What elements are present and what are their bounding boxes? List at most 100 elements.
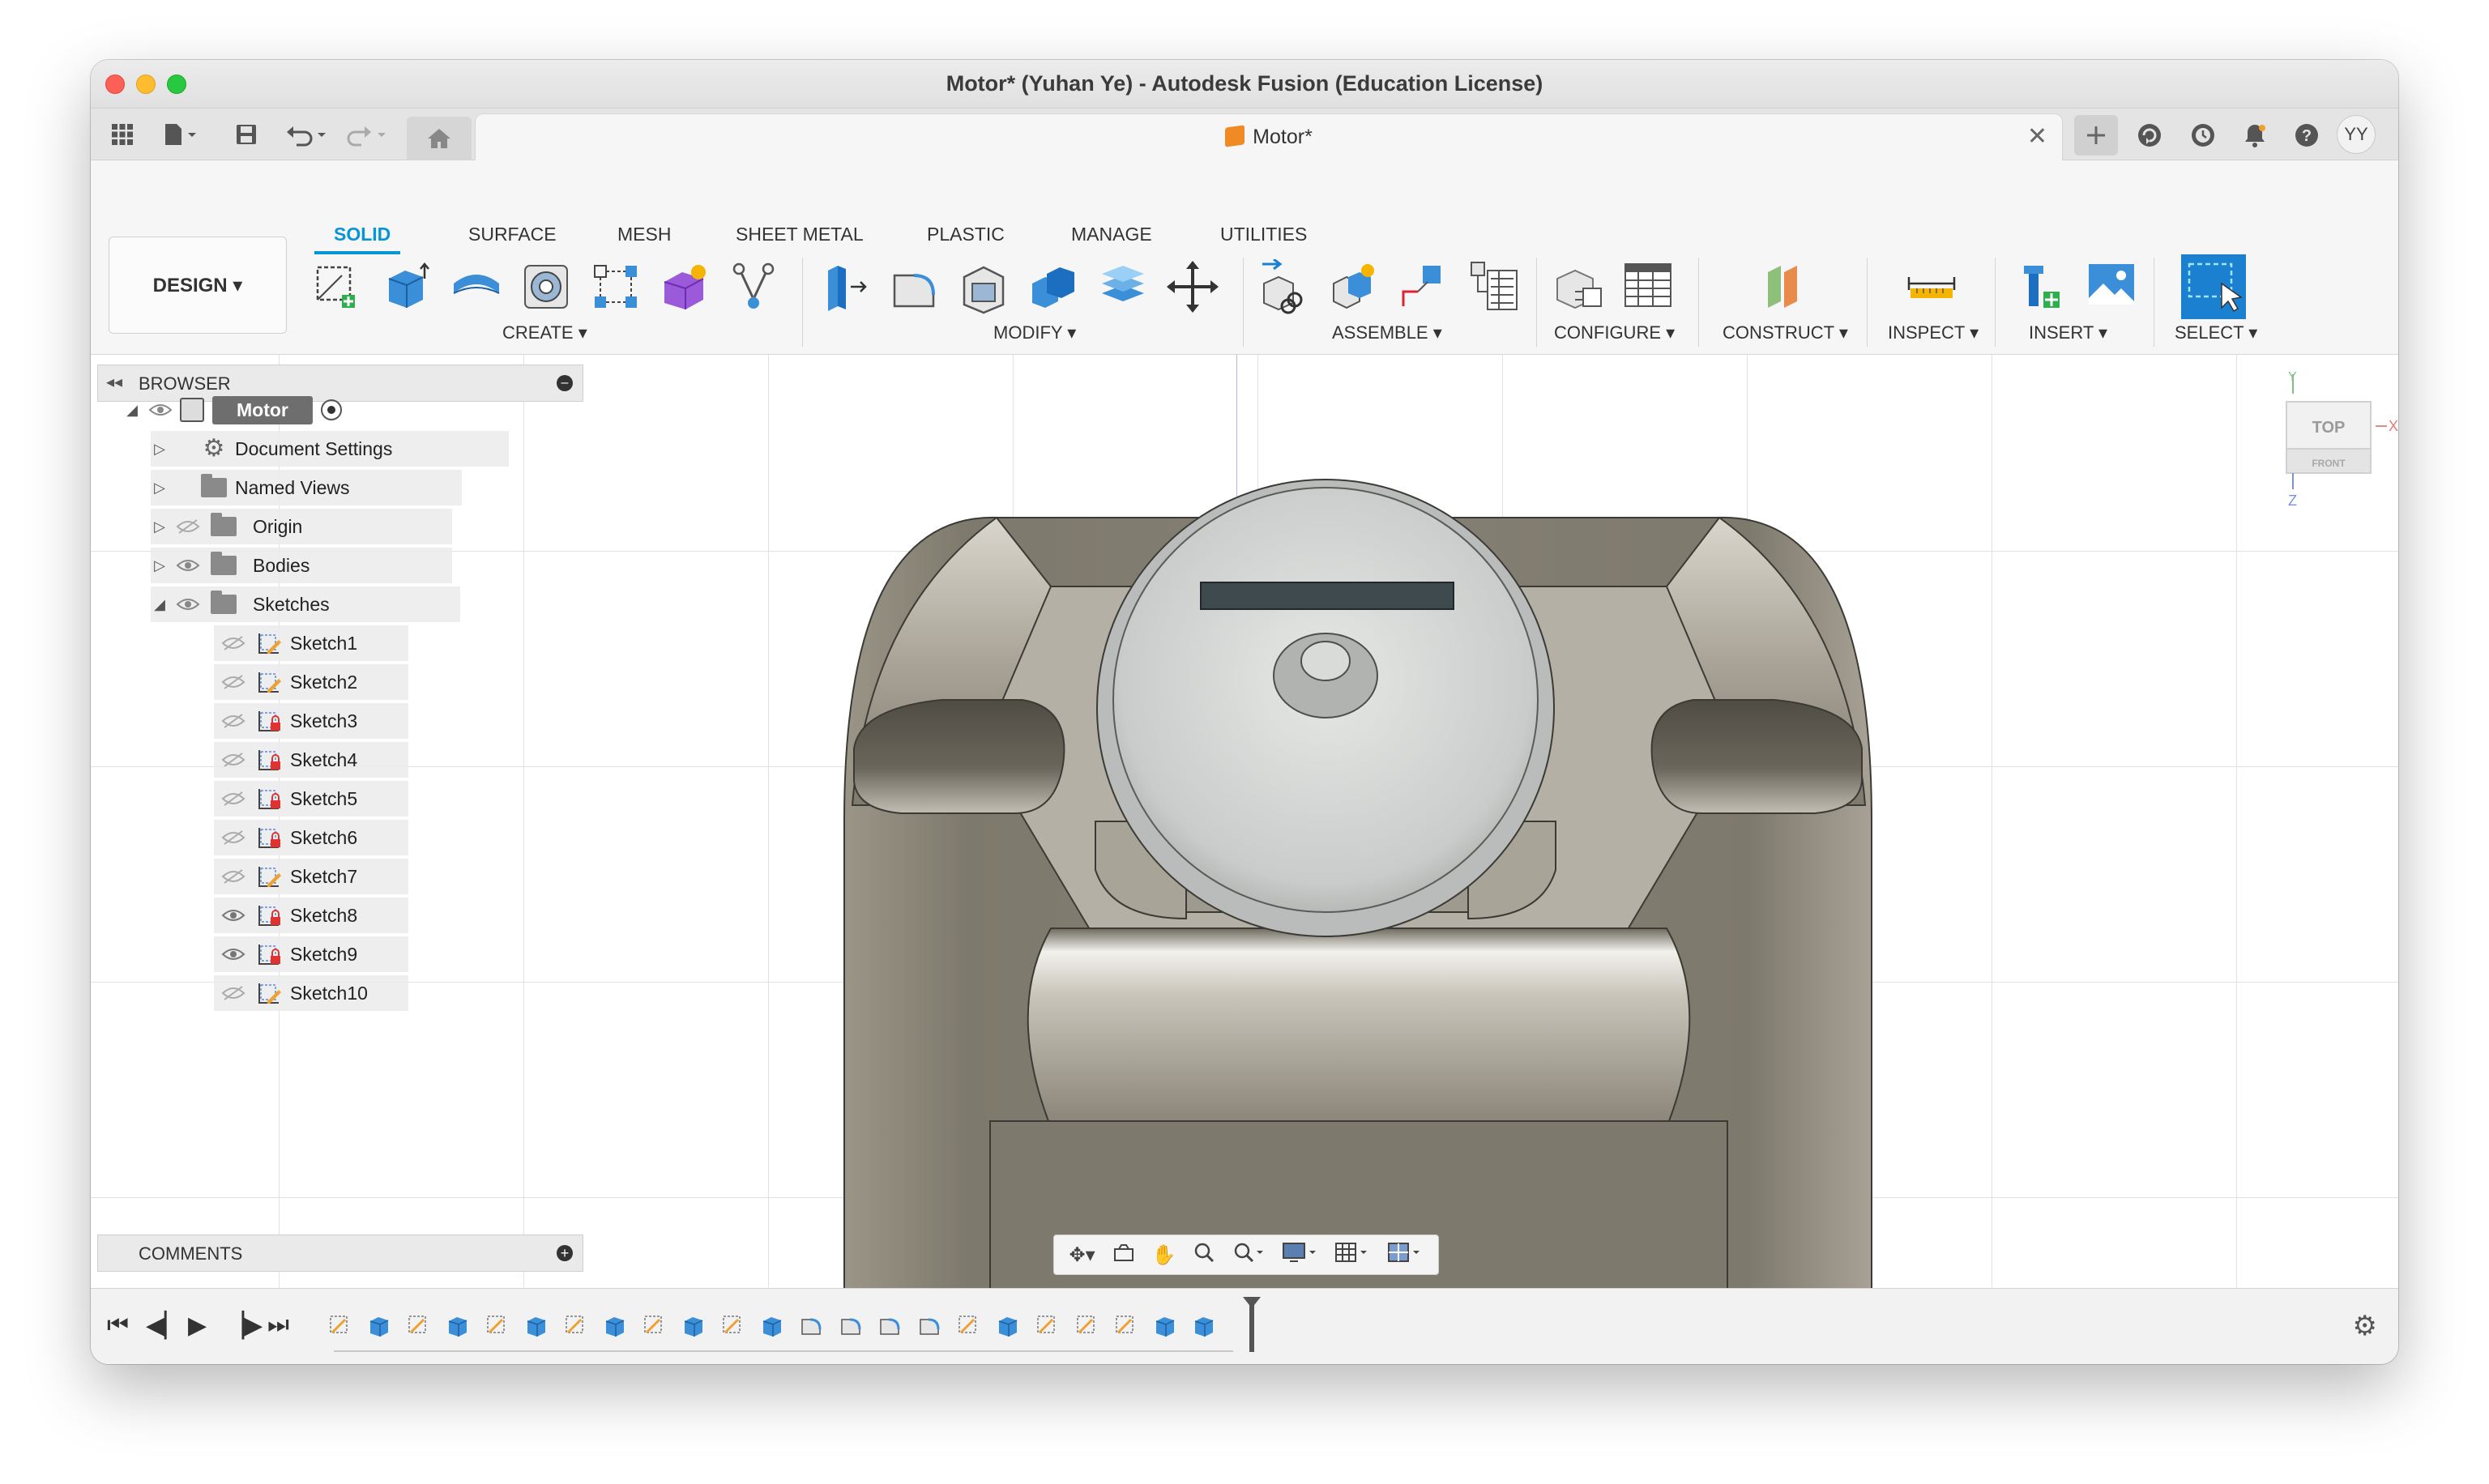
- tab-utilities[interactable]: UTILITIES: [1220, 224, 1307, 245]
- close-tab-icon[interactable]: ✕: [2027, 122, 2047, 151]
- tree-item-named-views[interactable]: ▷ Named Views: [151, 470, 462, 505]
- shell-icon[interactable]: [956, 259, 1011, 314]
- assemble-menu[interactable]: ASSEMBLE ▾: [1332, 322, 1442, 343]
- timeline-extrude-feature[interactable]: [1192, 1313, 1216, 1337]
- tree-item-sketch[interactable]: Sketch8: [214, 898, 408, 933]
- viewports-icon[interactable]: [1387, 1241, 1423, 1269]
- timeline-marker[interactable]: [1243, 1297, 1261, 1352]
- timeline-fillet-feature[interactable]: [799, 1313, 823, 1337]
- construct-menu[interactable]: CONSTRUCT ▾: [1723, 322, 1848, 343]
- expand-arrow-icon[interactable]: ▷: [151, 480, 169, 497]
- move-copy-icon[interactable]: [1165, 259, 1220, 314]
- configuration-table-icon[interactable]: [1620, 259, 1676, 314]
- timeline-sketch-feature[interactable]: [1074, 1313, 1099, 1337]
- tree-item-sketch[interactable]: Sketch6: [214, 820, 408, 855]
- hidden-eye-icon[interactable]: [219, 868, 248, 885]
- revolve-icon[interactable]: [449, 259, 504, 314]
- offset-face-icon[interactable]: [1095, 259, 1151, 314]
- view-cube[interactable]: Y X TOP FRONT Z: [2270, 369, 2398, 531]
- tab-mesh[interactable]: MESH: [617, 224, 671, 245]
- go-to-start-icon[interactable]: ⏮: [107, 1311, 129, 1339]
- expand-arrow-icon[interactable]: ▷: [151, 441, 169, 458]
- insert-menu[interactable]: INSERT ▾: [2029, 322, 2107, 343]
- look-at-icon[interactable]: [1112, 1243, 1135, 1268]
- tab-sheet-metal[interactable]: SHEET METAL: [736, 224, 864, 245]
- bill-of-materials-icon[interactable]: [1467, 259, 1522, 314]
- tree-item-sketches[interactable]: ◢ Sketches: [151, 586, 460, 622]
- timeline-sketch-feature[interactable]: [1113, 1313, 1138, 1337]
- offset-plane-icon[interactable]: [1757, 259, 1812, 314]
- view-cube-top-face[interactable]: TOP: [2312, 419, 2346, 437]
- tree-item-sketch[interactable]: Sketch4: [214, 742, 408, 778]
- tab-solid[interactable]: SOLID: [334, 224, 391, 245]
- hidden-eye-icon[interactable]: [219, 712, 248, 730]
- insert-derive-icon[interactable]: [2014, 259, 2069, 314]
- form-icon[interactable]: [658, 259, 713, 314]
- file-menu-icon[interactable]: [156, 117, 204, 152]
- select-menu[interactable]: SELECT ▾: [2175, 322, 2257, 343]
- measure-icon[interactable]: [1904, 259, 1959, 314]
- save-icon[interactable]: [228, 117, 264, 152]
- timeline-sketch-feature[interactable]: [956, 1313, 980, 1337]
- view-cube-front-face[interactable]: FRONT: [2312, 458, 2346, 469]
- add-comment-icon[interactable]: +: [557, 1245, 573, 1261]
- tree-root-motor[interactable]: ◢ Motor: [123, 392, 342, 428]
- timeline-sketch-feature[interactable]: [485, 1313, 509, 1337]
- tree-item-bodies[interactable]: ▷ Bodies: [151, 548, 452, 583]
- tab-manage[interactable]: MANAGE: [1071, 224, 1152, 245]
- modify-menu[interactable]: MODIFY ▾: [993, 322, 1076, 343]
- timeline-sketch-feature[interactable]: [406, 1313, 430, 1337]
- hole-icon[interactable]: [519, 259, 574, 314]
- fit-icon[interactable]: [1232, 1241, 1265, 1269]
- visibility-eye-icon[interactable]: [146, 401, 175, 419]
- configure-model-icon[interactable]: [1551, 259, 1606, 314]
- extensions-icon[interactable]: [2134, 120, 2165, 151]
- combine-icon[interactable]: [1026, 259, 1081, 314]
- hidden-eye-icon[interactable]: [219, 984, 248, 1002]
- tree-item-sketch[interactable]: Sketch10: [214, 975, 408, 1011]
- fillet-icon[interactable]: [886, 259, 941, 314]
- hidden-eye-icon[interactable]: [219, 790, 248, 808]
- go-to-end-icon[interactable]: ⏭: [267, 1311, 289, 1339]
- visibility-eye-icon[interactable]: [219, 945, 248, 963]
- tab-surface[interactable]: SURFACE: [468, 224, 557, 245]
- home-icon[interactable]: [407, 117, 472, 160]
- timeline-fillet-feature[interactable]: [877, 1313, 902, 1337]
- timeline-extrude-feature[interactable]: [760, 1313, 784, 1337]
- timeline-extrude-feature[interactable]: [367, 1313, 391, 1337]
- timeline-settings-icon[interactable]: ⚙: [2353, 1310, 2377, 1342]
- insert-canvas-icon[interactable]: [2084, 259, 2139, 314]
- derive-icon[interactable]: [728, 259, 783, 314]
- timeline-fillet-feature[interactable]: [839, 1313, 863, 1337]
- activate-component-radio[interactable]: [320, 399, 342, 420]
- timeline-extrude-feature[interactable]: [996, 1313, 1020, 1337]
- extrude-icon[interactable]: [379, 259, 434, 314]
- inspect-menu[interactable]: INSPECT ▾: [1888, 322, 1979, 343]
- timeline-sketch-feature[interactable]: [720, 1313, 745, 1337]
- timeline-sketch-feature[interactable]: [327, 1313, 352, 1337]
- redo-icon[interactable]: [342, 117, 394, 152]
- timeline-extrude-feature[interactable]: [681, 1313, 706, 1337]
- tab-motor-document[interactable]: Motor* ✕: [475, 113, 2063, 160]
- timeline-extrude-feature[interactable]: [524, 1313, 549, 1337]
- pattern-icon[interactable]: [588, 259, 643, 314]
- timeline-sketch-feature[interactable]: [642, 1313, 666, 1337]
- help-icon[interactable]: ?: [2291, 120, 2322, 151]
- new-component-icon[interactable]: [1257, 259, 1313, 314]
- grid-settings-icon[interactable]: [1334, 1241, 1370, 1269]
- hidden-eye-icon[interactable]: [173, 518, 203, 535]
- step-back-icon[interactable]: ◀▏: [146, 1311, 183, 1340]
- tree-item-sketch[interactable]: Sketch3: [214, 703, 408, 739]
- visibility-eye-icon[interactable]: [173, 556, 203, 574]
- timeline-extrude-feature[interactable]: [446, 1313, 470, 1337]
- tab-plastic[interactable]: PLASTIC: [927, 224, 1005, 245]
- joint-icon[interactable]: [1327, 259, 1382, 314]
- visibility-eye-icon[interactable]: [219, 906, 248, 924]
- tree-item-origin[interactable]: ▷ Origin: [151, 509, 452, 544]
- timeline-fillet-feature[interactable]: [917, 1313, 941, 1337]
- hidden-eye-icon[interactable]: [219, 673, 248, 691]
- display-settings-icon[interactable]: [1282, 1241, 1317, 1269]
- tree-item-sketch[interactable]: Sketch7: [214, 859, 408, 894]
- hidden-eye-icon[interactable]: [219, 829, 248, 846]
- app-grid-icon[interactable]: [102, 117, 143, 152]
